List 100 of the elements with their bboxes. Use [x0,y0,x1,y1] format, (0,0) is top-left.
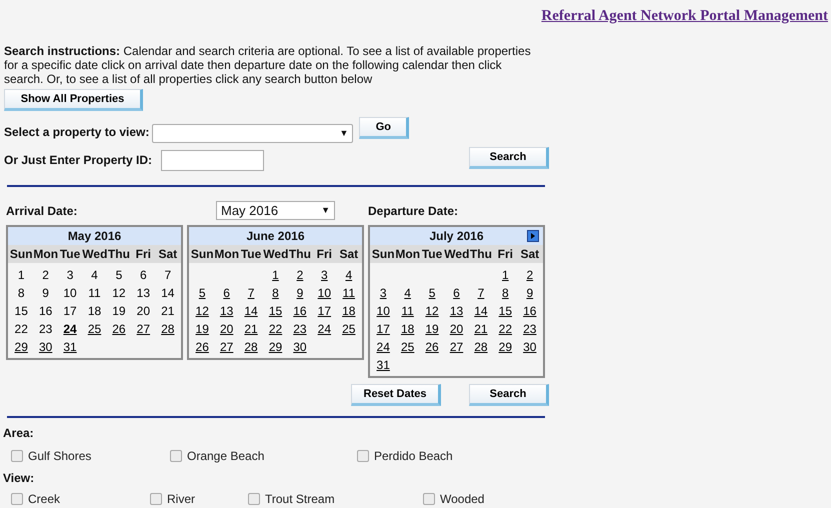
checkbox[interactable] [170,450,182,462]
show-all-properties-button[interactable]: Show All Properties [4,88,143,111]
search-button[interactable]: Search [469,146,549,169]
checkbox[interactable] [11,492,23,505]
calendar-day-link[interactable]: 19 [425,322,439,336]
calendar-day-link[interactable]: 27 [450,340,464,354]
calendar-day-link[interactable]: 23 [293,322,307,336]
calendar-day-link[interactable]: 27 [136,322,150,336]
calendar-day-link[interactable]: 18 [400,322,414,336]
calendar-day-link[interactable]: 11 [401,304,414,318]
weekday-label: Tue [240,246,262,263]
property-dropdown[interactable]: ▼ [152,124,354,144]
calendar-day-link[interactable]: 25 [400,340,414,354]
calendar-day-link[interactable]: 26 [425,340,439,354]
weekday-label: Mon [395,246,420,263]
calendar-day-link[interactable]: 28 [244,340,258,354]
calendar-day-link[interactable]: 1 [502,268,509,282]
calendar-day-link[interactable]: 17 [318,304,332,318]
reset-dates-button[interactable]: Reset Dates [351,384,441,406]
calendar-day-link[interactable]: 19 [196,322,209,336]
calendar-day-link[interactable]: 26 [196,340,209,354]
calendar-day: 2 [42,268,49,282]
calendar-day-link[interactable]: 14 [474,304,488,318]
calendar-day-link[interactable]: 6 [453,286,460,300]
calendar-day-link[interactable]: 23 [523,322,536,336]
calendar-day-link[interactable]: 24 [376,340,390,354]
calendar-day-link[interactable]: 3 [380,286,387,300]
select-property-label: Select a property to view: [4,124,150,141]
calendar-day-link[interactable]: 12 [196,304,209,318]
calendar-day-link[interactable]: 1 [272,268,279,282]
calendar-day-link[interactable]: 16 [523,304,536,318]
calendar-day-link[interactable]: 10 [376,304,390,318]
calendar-day-link[interactable]: 2 [296,268,304,282]
checkbox[interactable] [248,492,260,505]
calendar-day-link[interactable]: 27 [220,340,234,354]
calendar-day-link[interactable]: 5 [198,286,206,300]
calendar-day-link[interactable]: 30 [38,340,52,354]
calendar-day-link[interactable]: 25 [342,322,356,336]
calendar-day-link[interactable]: 8 [502,286,509,300]
calendar-day-link[interactable]: 31 [376,358,390,372]
calendar-day-link[interactable]: 18 [342,304,356,318]
calendar-day-link[interactable]: 9 [296,286,304,300]
calendar-day-link[interactable]: 8 [272,286,279,300]
weekday-label: Fri [316,246,334,263]
calendar-day-link[interactable]: 4 [404,286,411,300]
checkbox[interactable] [11,450,23,462]
calendar-day-link[interactable]: 6 [223,286,230,300]
calendar-day-link[interactable]: 30 [293,340,307,354]
dropdown-arrow-icon: ▼ [321,204,330,218]
calendar-day-link[interactable]: 24 [63,322,77,336]
calendar-day-link[interactable]: 22 [498,322,512,336]
property-id-field[interactable] [161,150,264,172]
weekday-label: Thu [107,246,131,263]
go-button[interactable]: Go [359,116,410,139]
next-month-button[interactable] [527,230,539,242]
calendar-day-link[interactable]: 26 [112,322,126,336]
calendar-day-link[interactable]: 4 [345,268,352,282]
month-dropdown[interactable]: May 2016 ▼ [216,201,335,220]
calendar-day-link[interactable]: 2 [526,268,534,282]
search-button[interactable]: Search [469,384,549,406]
calendar-day-link[interactable]: 29 [14,340,28,354]
calendar-day-link[interactable]: 14 [244,304,258,318]
calendar-day-link[interactable]: 7 [478,286,484,300]
checkbox[interactable] [423,492,435,505]
weekday-label: Wed [263,246,288,263]
calendar-day-link[interactable]: 17 [376,322,390,336]
calendar-day: 22 [14,322,28,336]
calendar-day-link[interactable]: 15 [498,304,512,318]
calendar-day-link[interactable]: 13 [220,304,234,318]
calendar-day-link[interactable]: 7 [248,286,254,300]
weekday-label: Sat [157,246,178,263]
calendar-day-link[interactable]: 15 [268,304,282,318]
calendar-day-link[interactable]: 30 [523,340,536,354]
calendar-day-link[interactable]: 20 [220,322,234,336]
calendar-day-link[interactable]: 10 [318,286,332,300]
calendar-day-link[interactable]: 22 [268,322,282,336]
calendar-day-link[interactable]: 3 [321,268,328,282]
calendar-day-link[interactable]: 5 [428,286,436,300]
calendar-day-link[interactable]: 28 [161,322,174,336]
calendar-day-link[interactable]: 31 [63,340,77,354]
calendar-day-link[interactable]: 24 [318,322,332,336]
calendar-day-link[interactable]: 29 [498,340,512,354]
calendar-day-link[interactable]: 21 [474,322,488,336]
checkbox[interactable] [357,450,369,462]
arrival-date-label: Arrival Date: [6,202,78,220]
calendar-day-link[interactable]: 20 [450,322,464,336]
calendar-day-link[interactable]: 25 [88,322,102,336]
calendar-day-link[interactable]: 9 [526,286,534,300]
calendar-day-link[interactable]: 11 [342,286,356,300]
calendar-day-link[interactable]: 29 [268,340,282,354]
portal-title-link[interactable]: Referral Agent Network Portal Management [541,5,828,28]
calendar-day-link[interactable]: 13 [450,304,464,318]
calendar-day-link[interactable]: 12 [425,304,439,318]
calendar-day-link[interactable]: 28 [474,340,488,354]
calendar-day: 23 [38,322,52,336]
checkbox[interactable] [150,492,162,505]
calendar-day: 9 [42,286,49,300]
calendar-day-link[interactable]: 21 [244,322,258,336]
checkbox-label: Wooded [440,490,484,508]
calendar-day-link[interactable]: 16 [293,304,307,318]
